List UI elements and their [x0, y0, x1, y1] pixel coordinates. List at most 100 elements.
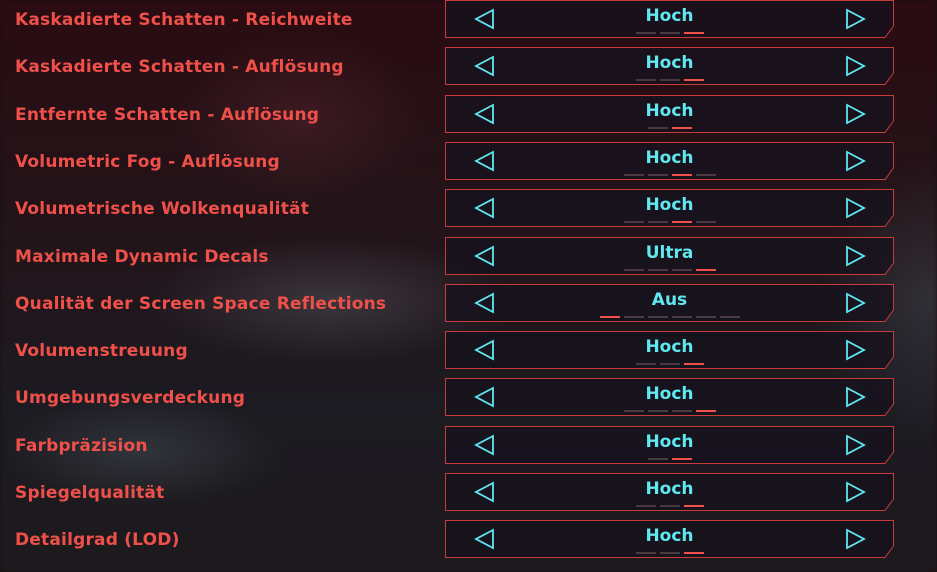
- setting-row: Detailgrad (LOD) Hoch: [0, 520, 937, 560]
- level-indicator: [445, 173, 894, 177]
- option-selector[interactable]: Aus: [445, 283, 894, 322]
- level-segment: [695, 173, 716, 176]
- setting-value: Aus: [651, 289, 688, 310]
- level-indicator: [445, 268, 894, 272]
- level-segment: [671, 315, 692, 318]
- level-segment: [635, 79, 656, 82]
- level-segment-active: [671, 126, 692, 129]
- option-selector[interactable]: Hoch: [445, 473, 894, 511]
- level-segment: [623, 268, 644, 271]
- level-segment: [623, 173, 644, 176]
- option-selector[interactable]: Hoch: [445, 94, 894, 133]
- setting-value: Hoch: [645, 337, 694, 358]
- setting-row: Entfernte Schatten - Auflösung Hoch: [0, 94, 937, 135]
- level-indicator: [445, 457, 894, 461]
- level-segment: [659, 32, 680, 34]
- setting-value: Hoch: [645, 431, 694, 452]
- setting-label: Volumetrische Wolkenqualität: [15, 199, 310, 220]
- level-segment: [695, 221, 716, 224]
- option-selector[interactable]: Hoch: [445, 425, 894, 464]
- setting-row: Volumetric Fog - Auflösung Hoch: [0, 141, 937, 182]
- level-segment: [623, 221, 644, 224]
- setting-row: Maximale Dynamic Decals Ultra: [0, 236, 937, 277]
- setting-row: Spiegelqualität Hoch: [0, 473, 937, 513]
- arrow-right-icon[interactable]: [843, 244, 867, 268]
- setting-row: Kaskadierte Schatten - Auflösung Hoch: [0, 47, 937, 87]
- setting-row: Volumetrische Wolkenqualität Hoch: [0, 189, 937, 229]
- setting-value: Hoch: [645, 479, 694, 499]
- arrow-right-icon[interactable]: [843, 149, 867, 173]
- level-segment-active: [683, 363, 704, 366]
- arrow-right-icon[interactable]: [843, 385, 867, 409]
- setting-value: Ultra: [645, 242, 694, 263]
- level-segment: [647, 315, 668, 318]
- level-segment-active: [683, 79, 704, 82]
- level-segment: [659, 79, 680, 82]
- level-segment: [659, 363, 680, 366]
- option-selector[interactable]: Hoch: [445, 47, 894, 86]
- level-indicator: [445, 79, 894, 82]
- arrow-right-icon[interactable]: [843, 527, 867, 551]
- level-segment: [695, 315, 716, 318]
- level-segment-active: [695, 268, 716, 271]
- level-segment: [635, 32, 656, 34]
- level-indicator: [445, 552, 894, 555]
- arrow-right-icon[interactable]: [843, 291, 867, 315]
- level-segment: [671, 410, 692, 413]
- option-selector[interactable]: Hoch: [445, 141, 894, 180]
- level-segment-active: [599, 315, 620, 318]
- setting-value: Hoch: [645, 526, 694, 547]
- setting-label: Umgebungsverdeckung: [15, 388, 246, 409]
- option-selector[interactable]: Hoch: [445, 520, 894, 559]
- arrow-right-icon[interactable]: [843, 7, 867, 31]
- setting-row: Volumenstreuung Hoch: [0, 331, 937, 371]
- option-selector[interactable]: Hoch: [445, 378, 894, 417]
- level-segment: [647, 221, 668, 224]
- level-segment: [635, 363, 656, 366]
- level-segment: [659, 505, 680, 507]
- option-selector[interactable]: Hoch: [445, 331, 894, 370]
- setting-value: Hoch: [645, 195, 694, 216]
- arrow-right-icon[interactable]: [843, 480, 867, 504]
- setting-label: Detailgrad (LOD): [15, 530, 180, 551]
- arrow-right-icon[interactable]: [843, 196, 867, 220]
- level-segment: [647, 268, 668, 271]
- level-segment: [647, 410, 668, 413]
- level-segment: [719, 315, 740, 318]
- level-segment-active: [671, 173, 692, 176]
- setting-label: Spiegelqualität: [15, 483, 165, 503]
- setting-label: Qualität der Screen Space Reflections: [15, 293, 387, 314]
- level-segment-active: [683, 32, 704, 34]
- level-segment: [659, 552, 680, 555]
- setting-row: Qualität der Screen Space Reflections Aus: [0, 283, 937, 324]
- level-segment-active: [683, 552, 704, 555]
- level-indicator: [445, 221, 894, 224]
- setting-label: Kaskadierte Schatten - Reichweite: [15, 10, 353, 30]
- setting-value: Hoch: [645, 384, 694, 405]
- level-segment-active: [671, 457, 692, 460]
- arrow-right-icon[interactable]: [843, 102, 867, 126]
- setting-value: Hoch: [645, 147, 694, 168]
- setting-label: Entfernte Schatten - Auflösung: [15, 104, 320, 125]
- setting-label: Maximale Dynamic Decals: [15, 246, 269, 267]
- level-segment-active: [695, 410, 716, 413]
- option-selector[interactable]: Hoch: [445, 0, 894, 38]
- level-indicator: [445, 363, 894, 366]
- setting-value: Hoch: [645, 100, 694, 121]
- level-segment: [635, 505, 656, 507]
- level-segment: [623, 410, 644, 413]
- level-indicator: [445, 505, 894, 508]
- level-segment: [671, 268, 692, 271]
- arrow-right-icon[interactable]: [843, 54, 867, 78]
- setting-row: Farbpräzision Hoch: [0, 425, 937, 466]
- arrow-right-icon[interactable]: [843, 338, 867, 362]
- setting-row: Kaskadierte Schatten - Reichweite Hoch: [0, 0, 937, 40]
- level-segment: [623, 315, 644, 318]
- arrow-right-icon[interactable]: [843, 433, 867, 457]
- level-segment-active: [683, 505, 704, 507]
- setting-label: Volumenstreuung: [15, 341, 188, 362]
- option-selector[interactable]: Hoch: [445, 189, 894, 228]
- setting-label: Farbpräzision: [15, 435, 148, 456]
- setting-label: Kaskadierte Schatten - Auflösung: [15, 57, 344, 78]
- option-selector[interactable]: Ultra: [445, 236, 894, 275]
